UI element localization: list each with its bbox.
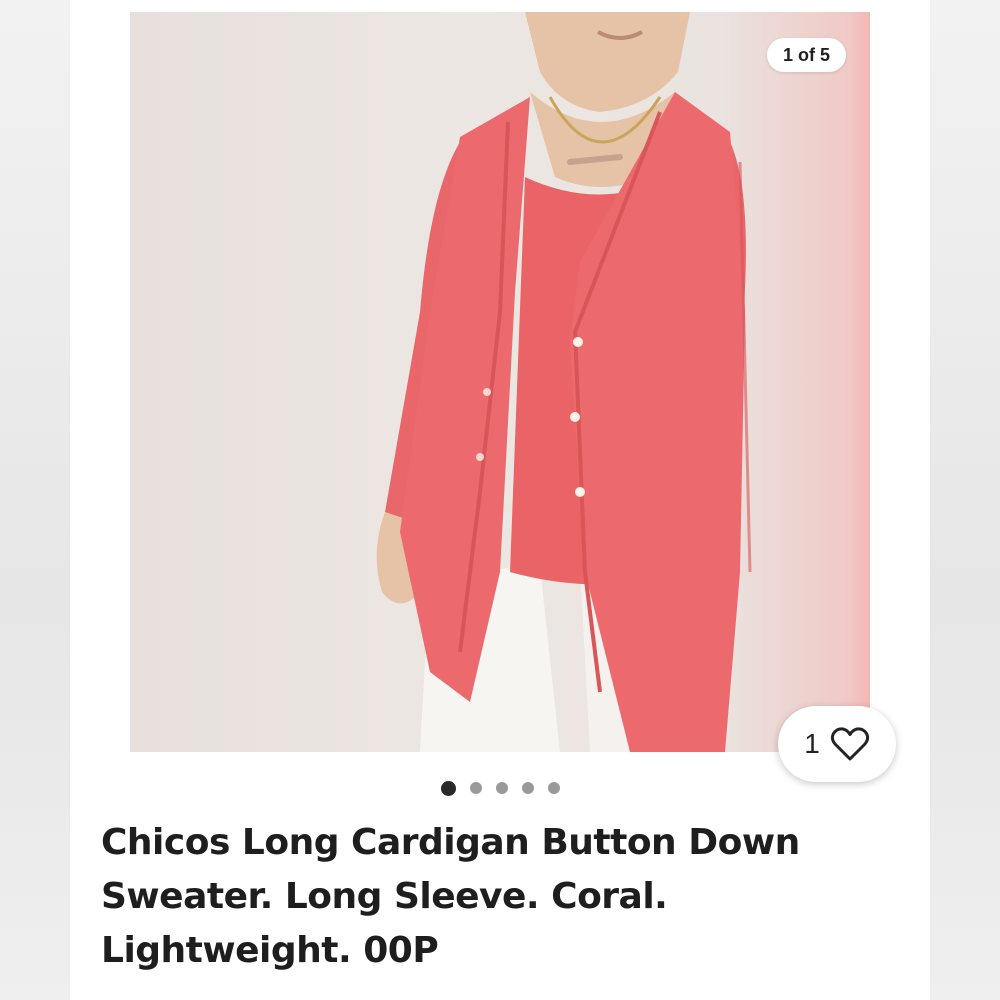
pagination-dot-1[interactable] — [440, 780, 456, 796]
image-counter-badge: 1 of 5 — [766, 38, 846, 72]
listing-page: 1 of 5 1 Chicos Long Cardigan Button Dow… — [0, 0, 1000, 1000]
listing-card: 1 of 5 1 Chicos Long Cardigan Button Dow… — [70, 0, 930, 1000]
blurred-side-left — [0, 0, 70, 1000]
pagination-dot-2[interactable] — [469, 782, 482, 794]
pagination-dot-4[interactable] — [521, 782, 534, 794]
heart-outline-icon — [830, 726, 870, 762]
blurred-side-right — [930, 0, 1000, 1000]
pagination-dot-5[interactable] — [547, 782, 560, 794]
product-illustration — [376, 12, 752, 752]
product-photo[interactable]: 1 of 5 — [130, 12, 870, 752]
like-button[interactable]: 1 — [778, 706, 896, 782]
gallery-pagination-dots — [70, 780, 930, 796]
listing-title: Chicos Long Cardigan Button Down Sweater… — [101, 822, 800, 971]
pagination-dot-3[interactable] — [495, 782, 508, 794]
like-count: 1 — [804, 728, 820, 759]
